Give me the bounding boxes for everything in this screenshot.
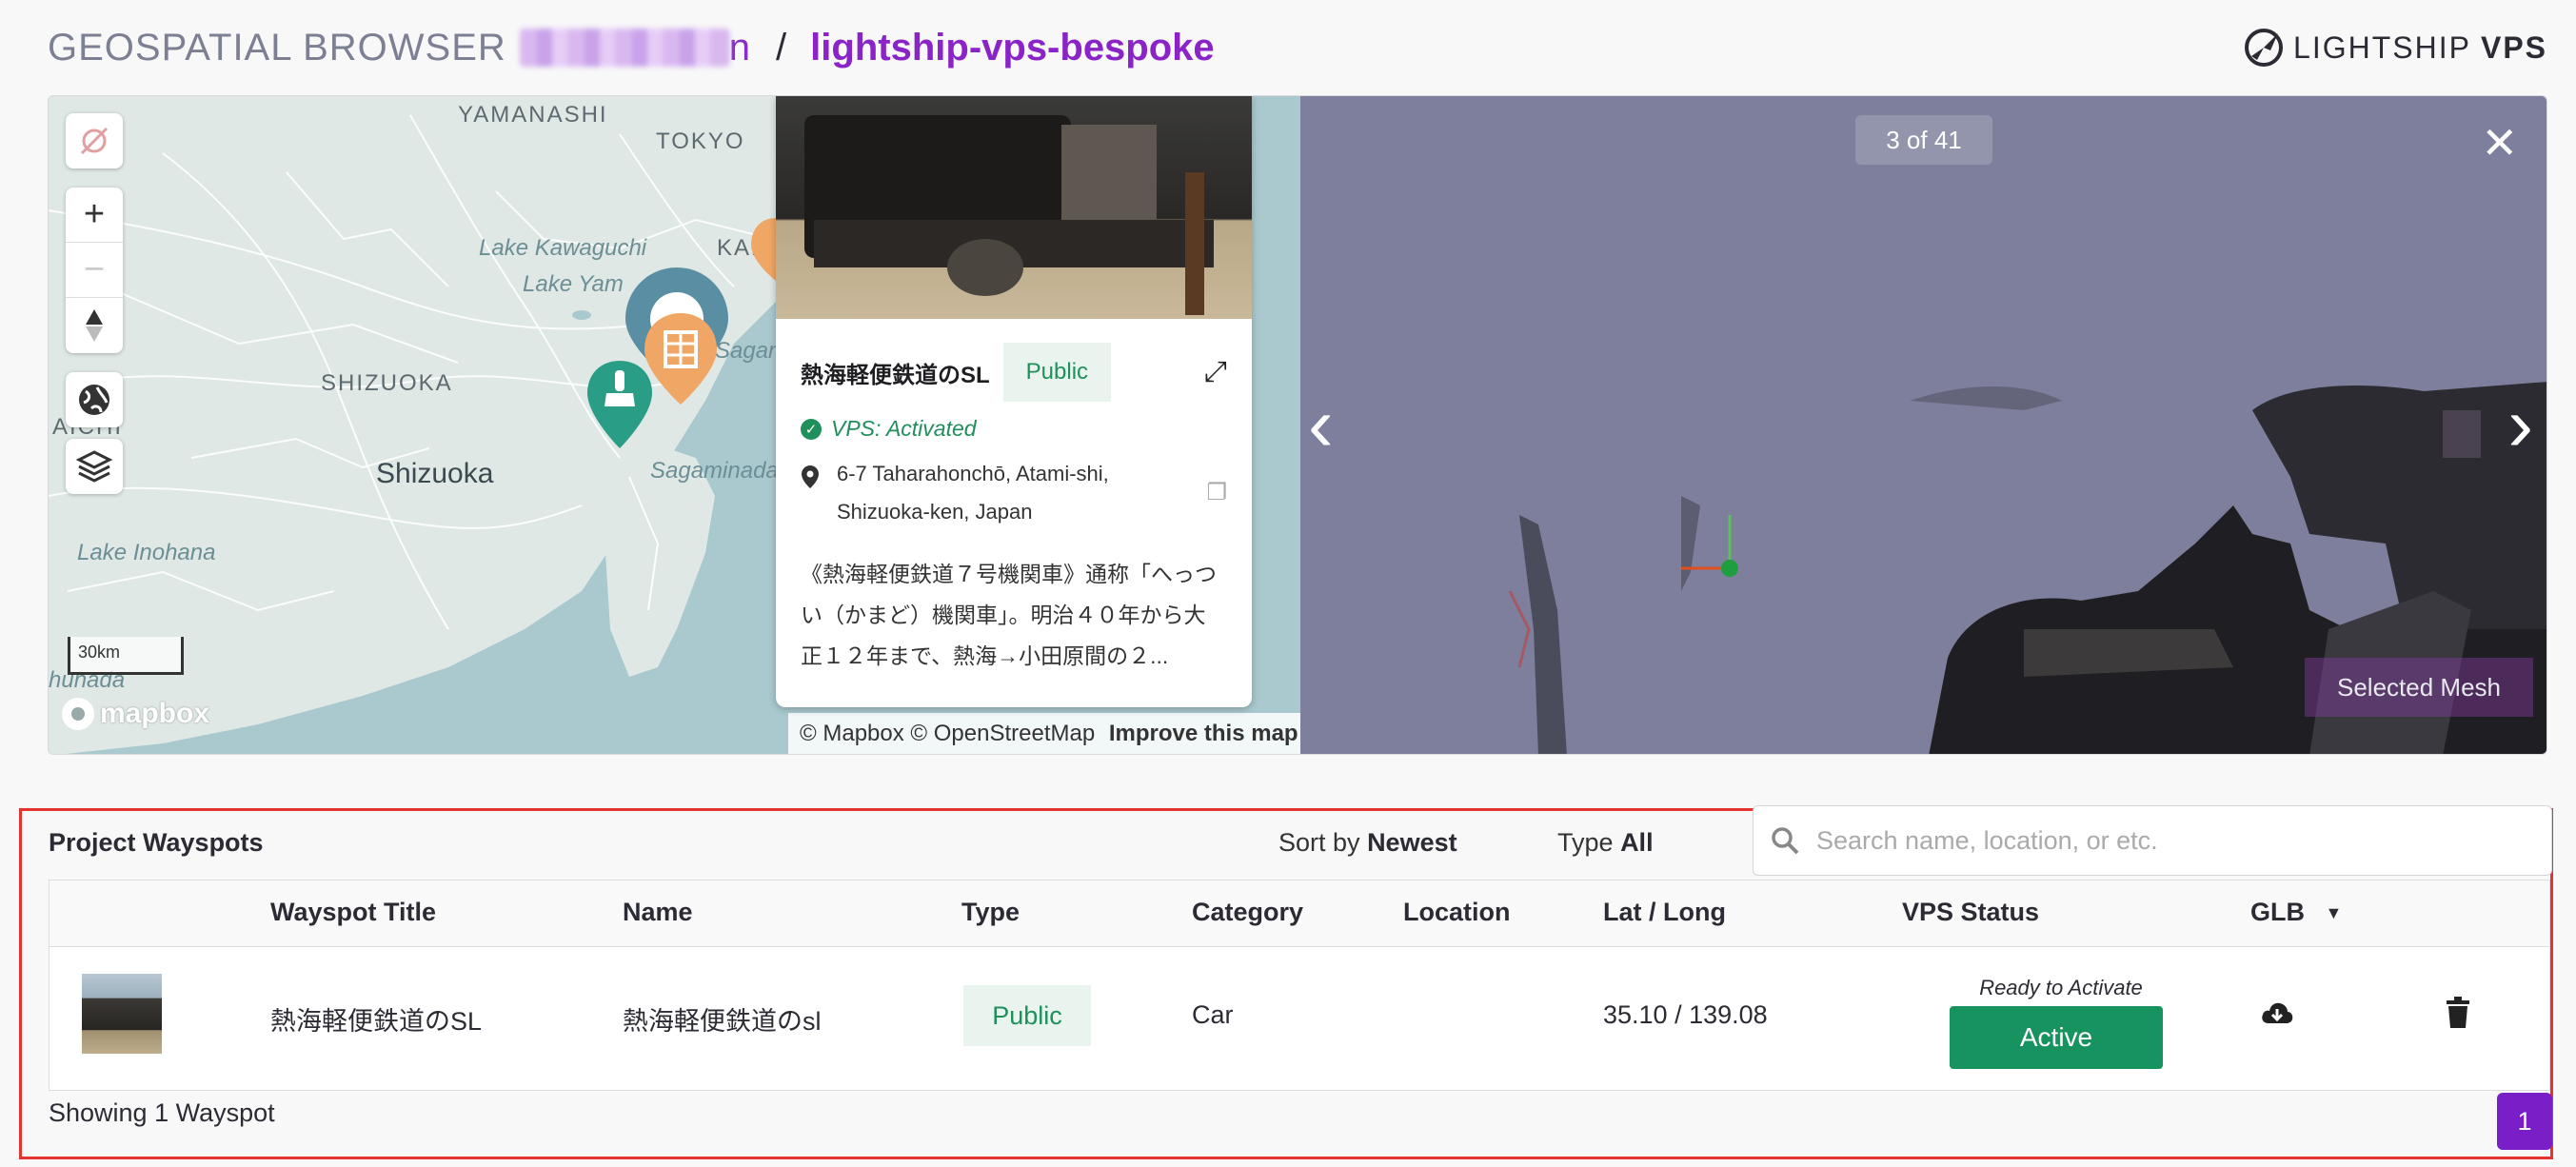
map-label-lake-yam: Lake Yam xyxy=(523,271,624,297)
map-label-tokyo: TOKYO xyxy=(656,129,745,154)
row-title: 熱海軽便鉄道のSL xyxy=(270,1007,483,1036)
search-box xyxy=(1753,805,2552,876)
popup-description: 《熱海軽便鉄道７号機関車》通称「へっつい（かまど）機関車」。明治４０年から大正１… xyxy=(801,562,1217,668)
map[interactable]: YAMANASHI TOKYO KANA Lake Kawaguchi Lake… xyxy=(49,96,1300,754)
mapbox-logo-text: mapbox xyxy=(100,698,210,729)
map-label-lake-inohana: Lake Inohana xyxy=(77,540,216,565)
popup-vps-status: ✓ VPS: Activated xyxy=(801,416,1227,442)
layers-icon[interactable] xyxy=(66,439,123,494)
mesh-viewer[interactable]: 3 of 41 ✕ ‹ › Selected Mesh xyxy=(1300,96,2546,754)
trash-icon[interactable] xyxy=(2445,997,2471,1029)
app-root: GEOSPATIAL BROWSER n / lightship-vps-bes… xyxy=(0,0,2576,1167)
search-input[interactable] xyxy=(1816,825,2521,856)
layers-control[interactable] xyxy=(66,439,123,494)
selected-mesh-button[interactable]: Selected Mesh xyxy=(2305,658,2533,717)
popup-title: 熱海軽便鉄道のSL xyxy=(801,362,990,388)
mapbox-logo[interactable]: mapbox xyxy=(62,698,209,730)
lightship-logo-icon xyxy=(2245,29,2284,67)
location-disabled-icon[interactable] xyxy=(66,113,123,168)
sort-value[interactable]: Newest xyxy=(1367,828,1457,857)
map-label-shizuoka-city: Shizuoka xyxy=(376,458,494,489)
globe-icon[interactable] xyxy=(66,372,123,427)
column-glb[interactable]: GLB ▼ xyxy=(2250,898,2342,927)
type-value[interactable]: All xyxy=(1620,828,1654,857)
showing-count: Showing 1 Wayspot xyxy=(49,1098,275,1127)
breadcrumb-separator: / xyxy=(776,26,788,69)
row-vps-note: Ready to Activate xyxy=(1979,976,2143,999)
caret-down-icon[interactable]: ▼ xyxy=(2326,903,2343,922)
map-viewer-panel: YAMANASHI TOKYO KANA Lake Kawaguchi Lake… xyxy=(48,95,2547,755)
redacted-username xyxy=(519,29,729,67)
zoom-in-button[interactable]: + xyxy=(66,188,123,243)
brand-suffix: VPS xyxy=(2480,30,2547,65)
column-glb-label: GLB xyxy=(2250,898,2305,926)
zoom-controls: + − xyxy=(66,188,123,353)
sort-label: Sort by xyxy=(1278,828,1360,857)
column-wayspot-title[interactable]: Wayspot Title xyxy=(270,898,436,927)
attribution-text[interactable]: © Mapbox © OpenStreetMap xyxy=(800,721,1095,746)
type-filter[interactable]: Type All xyxy=(1557,828,1654,858)
wayspot-thumbnail[interactable] xyxy=(82,974,162,1054)
row-lat-long: 35.10 / 139.08 xyxy=(1603,1000,1768,1029)
pagination-page-1[interactable]: 1 xyxy=(2497,1093,2552,1150)
globe-control[interactable] xyxy=(66,372,123,427)
brand-logo: LIGHTSHIP VPS xyxy=(2244,27,2547,69)
expand-icon[interactable]: ⤢ xyxy=(1204,356,1227,388)
row-name: 熱海軽便鉄道のsl xyxy=(623,1007,822,1036)
map-label-lake-kawaguchi: Lake Kawaguchi xyxy=(479,235,647,261)
cloud-download-icon[interactable] xyxy=(2260,999,2294,1029)
map-scale: 30km xyxy=(68,637,184,675)
column-type[interactable]: Type xyxy=(961,898,1020,927)
activate-button[interactable]: Active xyxy=(1950,1006,2163,1069)
project-name[interactable]: lightship-vps-bespoke xyxy=(810,27,1215,69)
column-category[interactable]: Category xyxy=(1192,898,1303,927)
column-vps-status[interactable]: VPS Status xyxy=(1902,898,2039,927)
project-wayspots-section: Project Wayspots Sort by Newest Type All… xyxy=(19,805,2553,1159)
page-header: GEOSPATIAL BROWSER n / lightship-vps-bes… xyxy=(48,21,1215,74)
column-name[interactable]: Name xyxy=(623,898,693,927)
wayspots-table: Wayspot Title Name Type Category Locatio… xyxy=(49,880,2550,1091)
username-tail[interactable]: n xyxy=(729,27,751,69)
location-pin-icon xyxy=(802,465,819,488)
sort-dropdown[interactable]: Sort by Newest xyxy=(1278,828,1457,858)
popup-address: 6-7 Taharahonchō, Atami-shi, Shizuoka-ke… xyxy=(801,455,1227,531)
table-header: Wayspot Title Name Type Category Locatio… xyxy=(50,880,2549,947)
table-row[interactable]: 熱海軽便鉄道のSL 熱海軽便鉄道のsl Public Car 35.10 / 1… xyxy=(50,947,2549,1091)
map-attribution: © Mapbox © OpenStreetMap Improve this ma… xyxy=(788,713,1300,754)
map-marker-building-icon[interactable] xyxy=(643,311,719,406)
chevron-right-icon[interactable]: › xyxy=(2507,386,2533,463)
map-label-shizuoka-pref: SHIZUOKA xyxy=(321,370,453,396)
type-label: Type xyxy=(1557,828,1614,857)
row-type-badge: Public xyxy=(963,985,1091,1046)
row-category: Car xyxy=(1192,1000,1234,1029)
improve-map-link[interactable]: Improve this map xyxy=(1109,721,1298,746)
chevron-left-icon[interactable]: ‹ xyxy=(1308,386,1334,463)
map-label-sagaminada: Sagaminada xyxy=(650,458,779,484)
close-icon[interactable]: ✕ xyxy=(2481,121,2518,165)
popup-status-text: VPS: Activated xyxy=(831,416,977,441)
brand-name: LIGHTSHIP xyxy=(2293,30,2471,65)
map-marker-brush-icon[interactable] xyxy=(585,359,654,450)
section-title: Project Wayspots xyxy=(49,828,264,857)
check-circle-icon: ✓ xyxy=(801,418,822,440)
mapbox-logo-icon xyxy=(62,698,94,730)
popup-type-badge: Public xyxy=(1002,343,1112,402)
zoom-out-button[interactable]: − xyxy=(66,243,123,298)
mesh-counter: 3 of 41 xyxy=(1855,115,1992,165)
search-icon xyxy=(1772,827,1799,855)
copy-icon[interactable]: ❐ xyxy=(1206,474,1227,531)
compass-icon[interactable] xyxy=(66,298,123,353)
column-location[interactable]: Location xyxy=(1403,898,1511,927)
wayspot-popup: 熱海軽便鉄道のSL Public ⤢ ✓ VPS: Activated 6-7 … xyxy=(776,96,1252,707)
popup-address-text: 6-7 Taharahonchō, Atami-shi, Shizuoka-ke… xyxy=(837,462,1109,524)
geolocate-control[interactable] xyxy=(66,113,123,168)
mesh-render xyxy=(1508,382,2546,754)
column-lat-long[interactable]: Lat / Long xyxy=(1603,898,1726,927)
app-title: GEOSPATIAL BROWSER xyxy=(48,26,506,69)
map-label-yamanashi: YAMANASHI xyxy=(458,102,608,128)
wayspot-photo xyxy=(776,96,1252,319)
